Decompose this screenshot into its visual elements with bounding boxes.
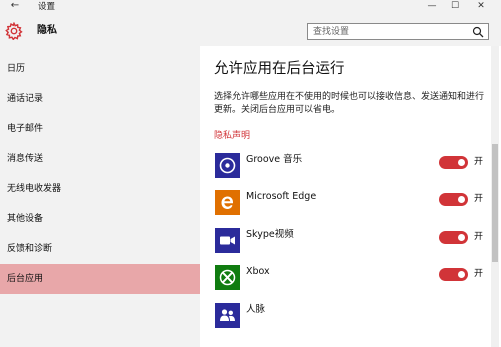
sidebar-item-email[interactable]: 电子邮件	[0, 114, 200, 144]
title-bar: ← 设置 — ☐ ✕	[0, 0, 501, 14]
sidebar: 日历 通话记录 电子邮件 消息传送 无线电收发器 其他设备 反馈和诊断 后台应用	[0, 46, 200, 347]
app-row-people: 人脉	[214, 303, 490, 333]
app-name: 人脉	[246, 304, 266, 315]
toggle-state-label: 开	[474, 232, 484, 242]
sidebar-item-radios[interactable]: 无线电收发器	[0, 174, 200, 204]
app-row-xbox: Xbox 开	[214, 265, 490, 295]
sidebar-item-background-apps[interactable]: 后台应用	[0, 264, 200, 294]
sidebar-item-label: 无线电收发器	[7, 184, 62, 194]
scrollbar-thumb[interactable]	[492, 144, 498, 262]
toggle-state-label: 开	[474, 157, 484, 167]
section-title: 允许应用在后台运行	[214, 61, 345, 77]
sidebar-item-messaging[interactable]: 消息传送	[0, 144, 200, 174]
minimize-button[interactable]: —	[420, 0, 444, 14]
search-input[interactable]: 查找设置	[307, 23, 489, 40]
sidebar-item-label: 其他设备	[7, 214, 44, 224]
back-arrow-icon[interactable]: ←	[8, 0, 22, 14]
gear-icon	[5, 22, 23, 40]
toggle-knob	[458, 271, 465, 278]
search-icon[interactable]	[472, 26, 484, 38]
sidebar-item-label: 反馈和诊断	[7, 244, 53, 254]
app-name: Microsoft Edge	[246, 191, 317, 202]
search-placeholder: 查找设置	[313, 27, 350, 37]
background-toggle[interactable]	[439, 268, 468, 281]
sidebar-item-label: 消息传送	[7, 154, 44, 164]
groove-music-icon	[215, 153, 240, 178]
content-scrollbar[interactable]	[491, 46, 499, 347]
maximize-button[interactable]: ☐	[443, 0, 467, 14]
window-title: 设置	[38, 2, 56, 12]
toggle-state-label: 开	[474, 194, 484, 204]
xbox-icon	[215, 265, 240, 290]
toggle-state-label: 开	[474, 269, 484, 279]
toggle-knob	[458, 196, 465, 203]
app-name: Xbox	[246, 266, 270, 277]
background-toggle[interactable]	[439, 193, 468, 206]
background-toggle[interactable]	[439, 231, 468, 244]
edge-icon	[215, 190, 240, 215]
app-name: Skype视频	[246, 229, 294, 240]
app-row-groove-music: Groove 音乐 开	[214, 153, 490, 183]
skype-video-icon	[215, 228, 240, 253]
sidebar-item-label: 后台应用	[7, 274, 44, 284]
background-toggle[interactable]	[439, 156, 468, 169]
sidebar-item-call-history[interactable]: 通话记录	[0, 84, 200, 114]
toggle-knob	[458, 234, 465, 241]
sidebar-item-label: 电子邮件	[7, 124, 44, 134]
sidebar-item-other-devices[interactable]: 其他设备	[0, 204, 200, 234]
sidebar-item-label: 通话记录	[7, 94, 44, 104]
privacy-statement-link[interactable]: 隐私声明	[214, 130, 250, 142]
sidebar-item-feedback-diagnostics[interactable]: 反馈和诊断	[0, 234, 200, 264]
toggle-knob	[458, 159, 465, 166]
sidebar-item-label: 日历	[7, 64, 26, 74]
app-row-skype-video: Skype视频 开	[214, 228, 490, 258]
people-icon	[215, 303, 240, 328]
page-title: 隐私	[37, 25, 57, 36]
app-row-microsoft-edge: Microsoft Edge 开	[214, 190, 490, 220]
main-content: 允许应用在后台运行 选择允许哪些应用在不使用的时候也可以接收信息、发送通知和进行…	[200, 46, 501, 347]
app-name: Groove 音乐	[246, 154, 303, 165]
close-button[interactable]: ✕	[469, 0, 493, 14]
sidebar-item-calendar[interactable]: 日历	[0, 54, 200, 84]
section-description: 选择允许哪些应用在不使用的时候也可以接收信息、发送通知和进行更新。关闭后台应用可…	[214, 92, 485, 115]
